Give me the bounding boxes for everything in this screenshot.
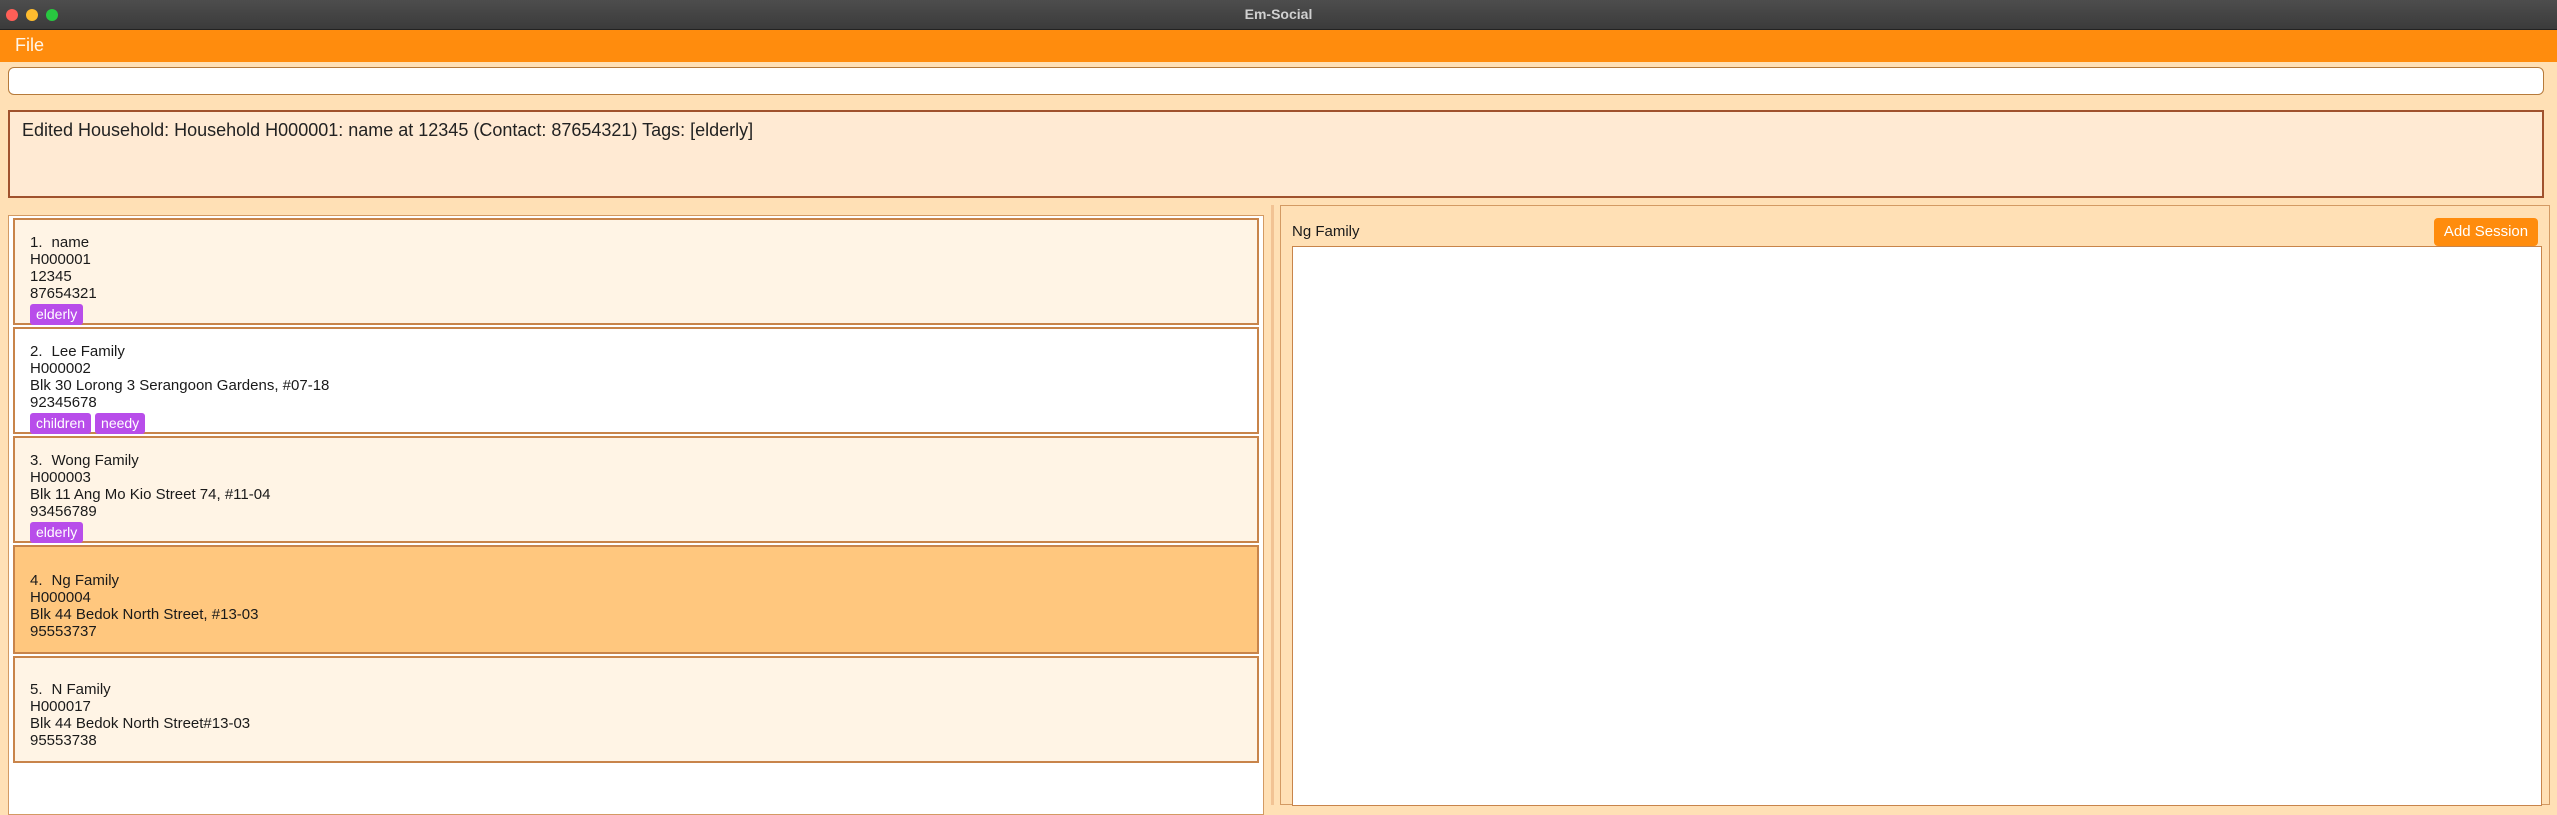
menu-bar: File [0, 30, 2557, 62]
household-name: Ng Family [51, 572, 120, 589]
household-id: H000003 [30, 469, 91, 486]
window-titlebar: Em-Social [0, 0, 2557, 30]
household-address: 12345 [30, 268, 72, 285]
pane-divider[interactable] [1271, 205, 1274, 805]
household-list[interactable]: 1. name H000001 12345 87654321 elderly 2.… [8, 215, 1264, 815]
household-contact: 93456789 [30, 503, 97, 520]
household-name: Lee Family [51, 343, 125, 360]
household-card-selected[interactable]: 4. Ng Family H000004 Blk 44 Bedok North S… [13, 545, 1259, 654]
detail-household-name: Ng Family [1292, 223, 1360, 240]
household-header: 2. Lee Family [30, 343, 1257, 360]
household-detail-panel: Ng Family Add Session [1280, 205, 2550, 806]
household-card[interactable]: 5. N Family H000017 Blk 44 Bedok North St… [13, 656, 1259, 763]
add-session-button[interactable]: Add Session [2434, 218, 2538, 246]
tag: elderly [30, 304, 84, 325]
household-name: N Family [51, 681, 111, 698]
household-header: 3. Wong Family [30, 452, 1257, 469]
household-name: name [51, 234, 90, 251]
household-card[interactable]: 2. Lee Family H000002 Blk 30 Lorong 3 Ser… [13, 327, 1259, 434]
tag: needy [95, 413, 146, 434]
household-header: 5. N Family [30, 681, 1257, 698]
file-menu[interactable]: File [15, 35, 44, 56]
household-contact: 87654321 [30, 285, 97, 302]
household-tags: elderly [30, 522, 1257, 544]
household-index: 4. [30, 572, 43, 589]
household-contact: 95553737 [30, 623, 97, 640]
household-tags: children needy [30, 413, 1257, 435]
household-address: Blk 44 Bedok North Street#13-03 [30, 715, 251, 732]
household-index: 3. [30, 452, 43, 469]
household-header: 4. Ng Family [30, 572, 1257, 589]
household-id: H000017 [30, 698, 91, 715]
household-address: Blk 11 Ang Mo Kio Street 74, #11-04 [30, 486, 271, 503]
household-card[interactable]: 3. Wong Family H000003 Blk 11 Ang Mo Kio … [13, 436, 1259, 543]
tag: elderly [30, 522, 84, 543]
household-contact: 92345678 [30, 394, 97, 411]
session-list[interactable] [1292, 246, 2542, 806]
result-display: Edited Household: Household H000001: nam… [8, 110, 2544, 198]
household-tags: elderly [30, 304, 1257, 326]
household-address: Blk 30 Lorong 3 Serangoon Gardens, #07-1… [30, 377, 330, 394]
command-input[interactable] [8, 67, 2544, 95]
household-name: Wong Family [51, 452, 139, 469]
household-contact: 95553738 [30, 732, 97, 749]
household-index: 1. [30, 234, 43, 251]
household-id: H000004 [30, 589, 91, 606]
household-index: 2. [30, 343, 43, 360]
household-card[interactable]: 1. name H000001 12345 87654321 elderly [13, 218, 1259, 325]
tag: children [30, 413, 92, 434]
household-id: H000001 [30, 251, 91, 268]
window-title: Em-Social [1244, 6, 1313, 22]
result-message: Edited Household: Household H000001: nam… [22, 120, 754, 140]
household-address: Blk 44 Bedok North Street, #13-03 [30, 606, 259, 623]
household-id: H000002 [30, 360, 91, 377]
household-index: 5. [30, 681, 43, 698]
household-header: 1. name [30, 234, 1257, 251]
